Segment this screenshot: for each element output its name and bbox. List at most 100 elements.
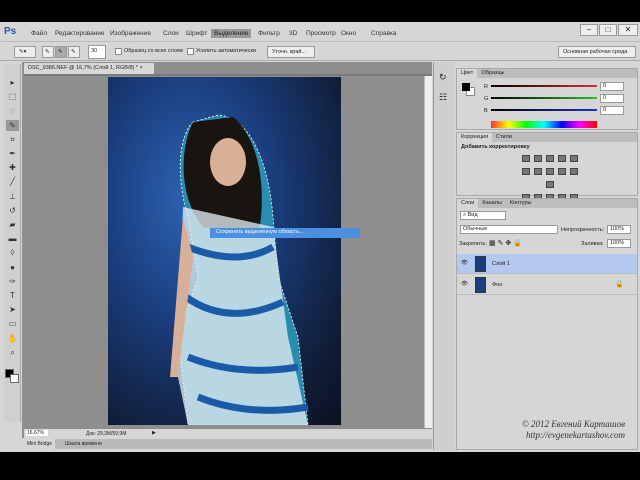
tab-swatches[interactable]: Образцы xyxy=(477,69,508,78)
clone-stamp-tool-icon[interactable]: ⊥ xyxy=(6,191,19,202)
healing-tool-icon[interactable]: ✚ xyxy=(6,162,19,173)
tool-preset-picker[interactable]: ✎▾ xyxy=(14,46,36,58)
zoom-field[interactable]: 16,67% xyxy=(26,430,48,436)
menu-9[interactable]: Окно xyxy=(338,29,359,38)
menu-10[interactable]: Справка xyxy=(368,29,400,38)
context-menu-save-selection[interactable]: Сохранить выделенную область... xyxy=(210,228,360,238)
menu-1[interactable]: Редактирование xyxy=(52,29,108,38)
minimize-button[interactable]: – xyxy=(580,24,598,36)
close-button[interactable]: ✕ xyxy=(618,24,638,36)
shape-tool-icon[interactable]: ▭ xyxy=(6,318,19,329)
channel-value-field[interactable]: 0 xyxy=(600,82,624,91)
channel-slider[interactable] xyxy=(491,85,597,87)
eraser-tool-icon[interactable]: ▰ xyxy=(6,219,19,230)
zoom-tool-icon[interactable]: ⌕ xyxy=(6,347,19,358)
blend-mode-select[interactable]: Обычные xyxy=(460,225,558,234)
vertical-scrollbar[interactable] xyxy=(424,76,432,428)
tab-adjustments[interactable]: Коррекция xyxy=(457,133,493,142)
black-white-icon[interactable] xyxy=(546,168,554,175)
layer-row-layer1[interactable]: 👁 Слой 1 xyxy=(457,254,637,274)
fill-field[interactable]: 100% xyxy=(607,239,631,248)
color-balance-icon[interactable] xyxy=(534,168,542,175)
lock-icons[interactable]: ▦ ✎ ✥ 🔒 xyxy=(489,239,522,247)
refine-edge-button[interactable]: Уточн. край... xyxy=(267,46,315,58)
background-color-swatch[interactable] xyxy=(10,374,19,383)
auto-enhance-checkbox[interactable] xyxy=(187,48,194,55)
layers-panel: Слои Каналы Контуры ⌕ Вид Обычные Непрозра… xyxy=(456,198,638,450)
history-brush-tool-icon[interactable]: ↺ xyxy=(6,205,19,216)
panel-dock: ↻ ☷ xyxy=(433,62,455,450)
document-tab[interactable]: DSC_9386.NEF @ 16,7% (Слой 1, RGB/8) * × xyxy=(24,63,154,74)
menu-4[interactable]: Шрифт xyxy=(183,29,210,38)
opacity-field[interactable]: 100% xyxy=(607,225,631,234)
lasso-tool-icon[interactable]: ◌ xyxy=(6,105,19,116)
path-selection-tool-icon[interactable]: ➤ xyxy=(6,304,19,315)
menu-3[interactable]: Слои xyxy=(160,29,182,38)
dodge-tool-icon[interactable]: ● xyxy=(6,262,19,273)
pen-tool-icon[interactable]: ✑ xyxy=(6,276,19,287)
exposure-icon[interactable] xyxy=(558,155,566,162)
quick-selection-tool-icon[interactable]: ✎ xyxy=(6,119,19,131)
tab-layers[interactable]: Слои xyxy=(457,199,479,208)
color-spectrum[interactable] xyxy=(491,121,597,128)
add-selection-icon[interactable]: ✎ xyxy=(55,46,67,58)
tab-paths[interactable]: Контуры xyxy=(506,199,536,208)
visibility-eye-icon[interactable]: 👁 xyxy=(461,260,468,266)
close-document-icon[interactable]: × xyxy=(140,65,143,71)
curves-icon[interactable] xyxy=(546,155,554,162)
tab-color[interactable]: Цвет xyxy=(457,69,478,78)
layer-row-background[interactable]: 👁 Фон 🔒 xyxy=(457,275,637,295)
menu-8[interactable]: Просмотр xyxy=(303,29,339,38)
maximize-button[interactable]: □ xyxy=(599,24,617,36)
blur-tool-icon[interactable]: ◊ xyxy=(6,247,19,258)
foreground-color[interactable] xyxy=(462,83,470,91)
hue-saturation-icon[interactable] xyxy=(522,168,530,175)
channel-slider[interactable] xyxy=(491,97,597,99)
levels-icon[interactable] xyxy=(534,155,542,162)
brush-size-picker[interactable]: 30 xyxy=(88,45,106,59)
eyedropper-tool-icon[interactable]: ✒ xyxy=(6,148,19,159)
brightness-icon[interactable] xyxy=(522,155,530,162)
move-tool-icon[interactable]: ▸ xyxy=(6,77,19,88)
subtract-selection-icon[interactable]: ✎ xyxy=(68,46,80,58)
workspace-switcher[interactable]: Основная рабочая среда xyxy=(558,46,636,58)
brush-size-value: 30 xyxy=(91,48,98,54)
channel-slider[interactable] xyxy=(491,109,597,111)
tab-timeline[interactable]: Шкала времени xyxy=(62,439,105,449)
menu-2[interactable]: Изображение xyxy=(107,29,154,38)
crop-tool-icon[interactable]: ⌗ xyxy=(6,134,19,145)
document-tab-title: DSC_9386.NEF @ 16,7% (Слой 1, RGB/8) * xyxy=(28,65,139,71)
channel-mixer-icon[interactable] xyxy=(570,168,578,175)
menu-6[interactable]: Фильтр xyxy=(255,29,283,38)
history-icon[interactable]: ↻ xyxy=(439,72,447,83)
hand-tool-icon[interactable]: ✋ xyxy=(6,333,19,344)
menu-7[interactable]: 3D xyxy=(286,29,300,38)
sample-all-label: Образец со всех слоев xyxy=(124,48,183,54)
photo-filter-icon[interactable] xyxy=(558,168,566,175)
layer-filter-value: Вид xyxy=(467,212,478,218)
vibrance-icon[interactable] xyxy=(570,155,578,162)
sample-all-checkbox[interactable] xyxy=(115,48,122,55)
marquee-tool-icon[interactable]: ⬚ xyxy=(6,91,19,102)
photo-canvas[interactable] xyxy=(108,77,341,426)
watermark-url: http://evgenekartashov.com xyxy=(525,430,625,440)
visibility-eye-icon[interactable]: 👁 xyxy=(461,281,468,287)
opacity-label: Непрозрачность: xyxy=(561,227,605,233)
tab-mini-bridge[interactable]: Mini Bridge xyxy=(24,439,56,449)
brush-tool-icon[interactable]: ╱ xyxy=(6,176,19,187)
channel-value-field[interactable]: 0 xyxy=(600,106,624,115)
menu-5[interactable]: Выделение xyxy=(211,29,252,38)
channel-value-field[interactable]: 0 xyxy=(600,94,624,103)
tab-channels[interactable]: Каналы xyxy=(478,199,506,208)
color-lookup-icon[interactable] xyxy=(546,181,554,188)
menu-0[interactable]: Файл xyxy=(28,29,50,38)
status-menu-arrow-icon[interactable]: ▶ xyxy=(152,430,156,436)
lock-icon: 🔒 xyxy=(615,281,624,288)
properties-icon[interactable]: ☷ xyxy=(439,92,447,103)
new-selection-icon[interactable]: ✎ xyxy=(42,46,54,58)
layer-filter-select[interactable]: ⌕ Вид xyxy=(460,211,506,220)
layer-thumbnail xyxy=(475,256,486,272)
type-tool-icon[interactable]: T xyxy=(6,290,19,301)
tab-styles[interactable]: Стили xyxy=(492,133,516,142)
gradient-tool-icon[interactable]: ▬ xyxy=(6,233,19,244)
